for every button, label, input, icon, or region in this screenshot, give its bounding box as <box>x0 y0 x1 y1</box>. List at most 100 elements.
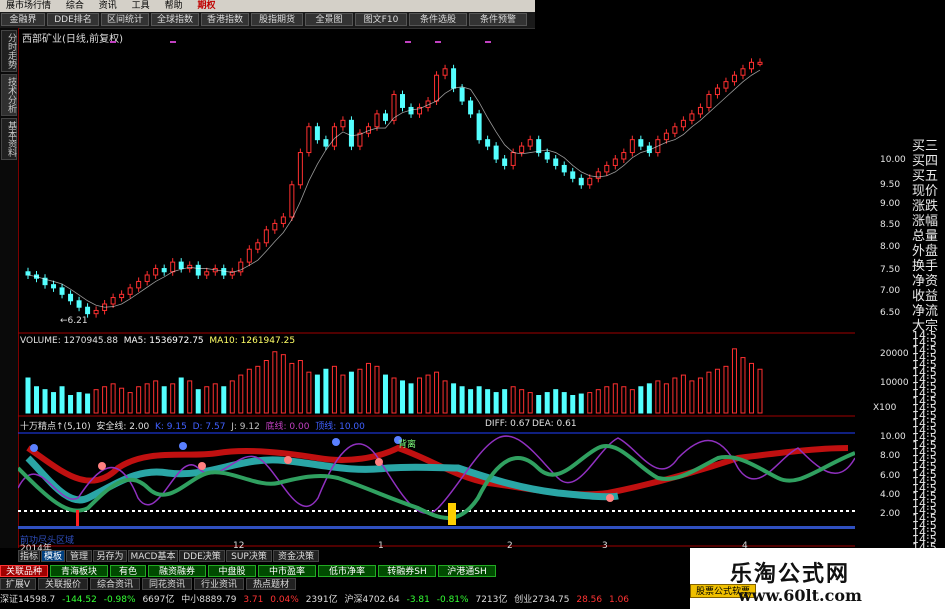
tab-industry-news[interactable]: 行业资讯 <box>194 578 244 590</box>
candle <box>136 280 142 289</box>
candle <box>612 158 618 166</box>
menu-news[interactable]: 资讯 <box>93 0 123 12</box>
volume-bar <box>170 383 176 414</box>
tab-low-pb[interactable]: 低市净率 <box>318 565 376 577</box>
volume-bar <box>314 374 320 414</box>
toolbar-f10[interactable]: 图文F10 <box>355 13 407 26</box>
volume-bar <box>757 368 763 414</box>
candle <box>442 68 448 76</box>
toolbar: 金融界 DDE排名 区间统计 全球指数 香港指数 股指期货 全景图 图文F10 … <box>0 12 535 29</box>
menu-options[interactable]: 期权 <box>191 0 221 12</box>
candle <box>485 139 491 147</box>
tab-fundamentals[interactable]: 基本资料 <box>1 118 17 160</box>
candle <box>76 300 82 308</box>
cy-pct: 1.06 <box>608 595 630 605</box>
toolbar-range-stats[interactable]: 区间统计 <box>101 13 149 26</box>
info-tab-row: 扩展V 关联报价 综合资讯 同花资讯 行业资讯 热点题材 <box>0 578 690 591</box>
tab-technical[interactable]: 技术分析 <box>1 74 17 116</box>
quote-label: 买五 <box>912 169 939 184</box>
quote-label: 涨幅 <box>912 214 939 229</box>
tab-related[interactable]: 关联品种 <box>0 565 48 577</box>
candle <box>144 274 150 282</box>
price-tick: 7.00 <box>880 286 901 296</box>
volume-bar <box>604 386 610 414</box>
volume-bar <box>289 362 295 414</box>
tab-hk-connect[interactable]: 沪港通SH <box>438 565 496 577</box>
volume-bar <box>714 368 720 414</box>
tab-save-as[interactable]: 另存为 <box>93 550 127 562</box>
buy-marker <box>448 503 456 525</box>
volume-bar <box>280 354 286 414</box>
toolbar-panorama[interactable]: 全景图 <box>305 13 353 26</box>
macd-diff: DIFF: 0.67 <box>485 419 531 429</box>
tab-nonferrous[interactable]: 有色 <box>110 565 146 577</box>
candle <box>25 271 31 276</box>
indicator-j: J: 9.12 <box>231 422 260 432</box>
tab-manage[interactable]: 管理 <box>66 550 92 562</box>
tab-margin[interactable]: 融资融券 <box>148 565 206 577</box>
macd-dea: DEA: 0.61 <box>532 419 577 429</box>
volume-bar <box>42 389 48 414</box>
toolbar-stock-screener[interactable]: 条件选股 <box>409 13 467 26</box>
volume-bar <box>740 357 746 414</box>
candle <box>706 94 712 108</box>
volume-bar <box>331 365 337 414</box>
toolbar-dde-rank[interactable]: DDE排名 <box>47 13 99 26</box>
tab-midcap[interactable]: 中盘股 <box>208 565 256 577</box>
tab-intraday[interactable]: 分时走势 <box>1 30 17 72</box>
tab-funds[interactable]: 资金决策 <box>273 550 319 562</box>
volume-bar <box>697 377 703 414</box>
candle <box>510 152 516 166</box>
volume-bar <box>110 383 116 414</box>
volume-bar <box>382 374 388 414</box>
tab-hot-topics[interactable]: 热点题材 <box>246 578 296 590</box>
tab-mid-pe[interactable]: 中市盈率 <box>258 565 316 577</box>
toolbar-alert[interactable]: 条件预警 <box>469 13 527 26</box>
volume-bar <box>485 389 491 414</box>
candle <box>714 87 720 96</box>
candle <box>93 309 99 315</box>
menu-market[interactable]: 展市场行情 <box>0 0 57 12</box>
candle <box>519 145 525 154</box>
menu-tools[interactable]: 工具 <box>126 0 156 12</box>
tab-expand[interactable]: 扩展V <box>0 578 36 590</box>
price-tick: 10.00 <box>880 155 906 165</box>
tab-dde[interactable]: DDE决策 <box>179 550 225 562</box>
tab-sup[interactable]: SUP决策 <box>226 550 272 562</box>
candle <box>544 152 550 160</box>
candle <box>314 126 320 141</box>
toolbar-index-futures[interactable]: 股指期货 <box>251 13 303 26</box>
volume-bar <box>34 386 40 414</box>
volume-bar <box>519 389 525 414</box>
volume-bar <box>357 368 363 414</box>
candle <box>587 177 593 186</box>
candle <box>536 139 542 154</box>
toolbar-global-index[interactable]: 全球指数 <box>151 13 199 26</box>
signal-ball <box>179 442 187 450</box>
menu-help[interactable]: 帮助 <box>159 0 189 12</box>
volume-bar <box>655 380 661 414</box>
tab-ths-news[interactable]: 同花资讯 <box>142 578 192 590</box>
volume-bar <box>178 377 184 414</box>
hs-change: -3.81 <box>406 595 430 605</box>
signal-ball <box>332 438 340 446</box>
candle <box>604 164 610 173</box>
volume-bar <box>391 377 397 414</box>
toolbar-hk-index[interactable]: 香港指数 <box>201 13 249 26</box>
volume-bar <box>672 377 678 414</box>
tab-macd[interactable]: MACD基本 <box>128 550 178 562</box>
tab-qinghai[interactable]: 青海板块 <box>50 565 108 577</box>
low-marker: ←6.21 <box>60 316 88 326</box>
candle <box>59 287 65 295</box>
volume-bar <box>527 392 533 414</box>
toolbar-jrj[interactable]: 金融界 <box>1 13 45 26</box>
tab-template[interactable]: 模板 <box>41 550 65 562</box>
tab-general-news[interactable]: 综合资讯 <box>90 578 140 590</box>
sz-pct: -0.98% <box>103 595 136 605</box>
volume-bar <box>476 386 482 414</box>
tab-indicator[interactable]: 指标 <box>18 550 40 562</box>
tab-refinance[interactable]: 转融券SH <box>378 565 436 577</box>
candle <box>672 126 678 134</box>
menu-general[interactable]: 综合 <box>60 0 90 12</box>
tab-related-quotes[interactable]: 关联报价 <box>38 578 88 590</box>
